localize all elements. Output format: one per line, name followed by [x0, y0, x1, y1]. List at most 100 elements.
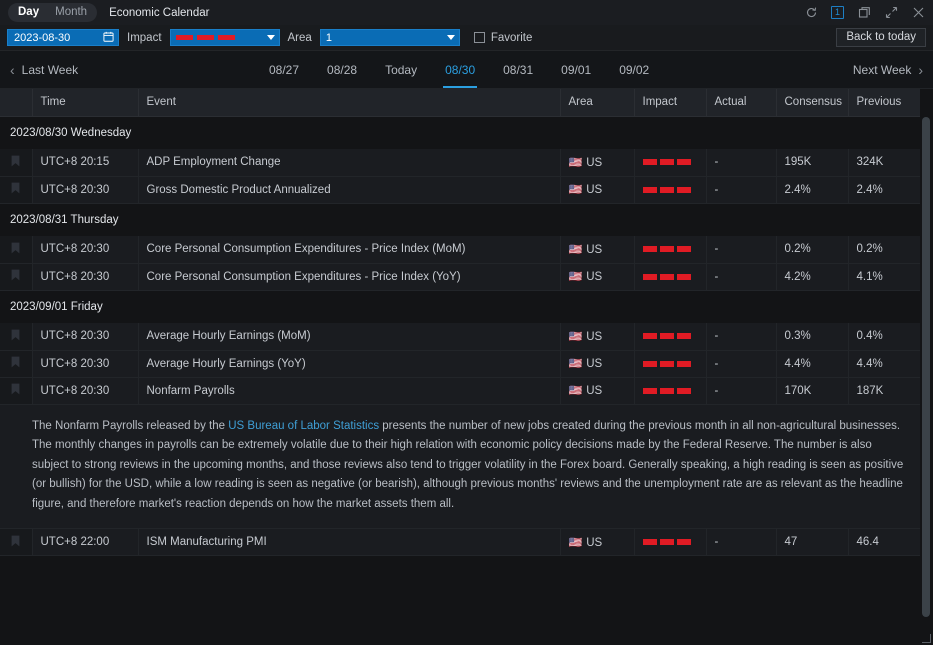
impact-bar — [660, 274, 674, 280]
bookmark-icon[interactable] — [11, 242, 20, 257]
bookmark-cell[interactable] — [0, 377, 32, 404]
date-input[interactable]: 2023-08-30 — [7, 29, 119, 46]
column-area: Area — [560, 89, 634, 116]
bookmark-cell[interactable] — [0, 323, 32, 350]
table-row[interactable]: UTC+8 20:30Average Hourly Earnings (MoM)… — [0, 323, 920, 350]
cell-area: 🇺🇸US — [560, 323, 634, 350]
bookmark-icon[interactable] — [11, 356, 20, 371]
week-day-0901[interactable]: 09/01 — [547, 51, 605, 88]
bookmark-icon[interactable] — [11, 329, 20, 344]
bookmark-cell[interactable] — [0, 263, 32, 290]
favorite-checkbox[interactable]: Favorite — [474, 32, 533, 44]
bookmark-icon[interactable] — [11, 535, 20, 550]
impact-dropdown[interactable] — [170, 29, 280, 46]
cell-actual: - — [706, 236, 776, 263]
next-week-button[interactable]: Next Week › — [853, 63, 923, 77]
expand-icon[interactable] — [884, 6, 898, 20]
table-row[interactable]: UTC+8 22:00ISM Manufacturing PMI🇺🇸US-474… — [0, 529, 920, 556]
table-header: Time Event Area Impact Actual Consensus … — [0, 89, 920, 116]
impact-bars — [643, 539, 698, 545]
us-flag-icon: 🇺🇸 — [569, 331, 583, 343]
impact-bar — [643, 159, 657, 165]
column-event: Event — [138, 89, 560, 116]
view-mode-switch[interactable]: Day Month — [8, 3, 97, 22]
impact-bar — [677, 388, 691, 394]
bookmark-cell[interactable] — [0, 236, 32, 263]
calendar-icon[interactable] — [103, 31, 114, 45]
cell-impact — [634, 263, 706, 290]
table-row[interactable]: UTC+8 20:30Core Personal Consumption Exp… — [0, 236, 920, 263]
cell-previous: 46.4 — [848, 529, 920, 556]
cell-previous: 0.4% — [848, 323, 920, 350]
cell-area: 🇺🇸US — [560, 263, 634, 290]
date-input-value: 2023-08-30 — [14, 32, 70, 44]
impact-bar — [643, 388, 657, 394]
impact-bar — [643, 246, 657, 252]
close-icon[interactable] — [911, 6, 925, 20]
week-day-today[interactable]: Today — [371, 51, 431, 88]
day-header-label: 2023/08/31 Thursday — [0, 203, 920, 236]
vertical-scrollbar[interactable] — [922, 89, 930, 628]
table-row[interactable]: UTC+8 20:15ADP Employment Change🇺🇸US-195… — [0, 149, 920, 176]
last-week-button[interactable]: ‹ Last Week — [10, 63, 78, 77]
impact-bar — [643, 187, 657, 193]
impact-bar — [660, 539, 674, 545]
cell-area-label: US — [586, 385, 602, 397]
impact-bars — [643, 333, 698, 339]
impact-bar — [197, 35, 214, 40]
restore-icon[interactable] — [857, 6, 871, 20]
week-day-0831[interactable]: 08/31 — [489, 51, 547, 88]
impact-bars — [643, 361, 698, 367]
bookmark-cell[interactable] — [0, 149, 32, 176]
cell-actual: - — [706, 350, 776, 377]
bookmark-icon[interactable] — [11, 383, 20, 398]
impact-bar — [660, 333, 674, 339]
table-row[interactable]: UTC+8 20:30Average Hourly Earnings (YoY)… — [0, 350, 920, 377]
cell-previous: 2.4% — [848, 176, 920, 203]
table-row[interactable]: UTC+8 20:30Core Personal Consumption Exp… — [0, 263, 920, 290]
window-count-badge[interactable]: 1 — [831, 6, 844, 19]
cell-impact — [634, 350, 706, 377]
impact-bar — [660, 159, 674, 165]
impact-bars — [643, 187, 698, 193]
favorite-label: Favorite — [491, 32, 533, 44]
bookmark-cell[interactable] — [0, 529, 32, 556]
cell-time: UTC+8 20:15 — [32, 149, 138, 176]
week-navigation: ‹ Last Week 08/27 08/28 Today 08/30 08/3… — [0, 51, 933, 89]
checkbox-box-icon[interactable] — [474, 32, 485, 43]
refresh-icon[interactable] — [804, 6, 818, 20]
bookmark-cell[interactable] — [0, 176, 32, 203]
cell-event: Average Hourly Earnings (YoY) — [138, 350, 560, 377]
table-row[interactable]: UTC+8 20:30Nonfarm Payrolls🇺🇸US-170K187K — [0, 377, 920, 404]
us-flag-icon: 🇺🇸 — [569, 385, 583, 397]
back-to-today-button[interactable]: Back to today — [836, 28, 926, 47]
week-day-0827[interactable]: 08/27 — [255, 51, 313, 88]
day-header-label: 2023/09/01 Friday — [0, 290, 920, 323]
cell-area-label: US — [586, 244, 602, 256]
week-day-tabs: 08/27 08/28 Today 08/30 08/31 09/01 09/0… — [255, 51, 663, 88]
week-day-0902[interactable]: 09/02 — [605, 51, 663, 88]
impact-bar — [660, 187, 674, 193]
chevron-down-icon — [267, 35, 275, 40]
area-dropdown[interactable]: 1 — [320, 29, 460, 46]
bookmark-icon[interactable] — [11, 155, 20, 170]
week-day-0830[interactable]: 08/30 — [431, 51, 489, 88]
bookmark-icon[interactable] — [11, 182, 20, 197]
week-day-0828[interactable]: 08/28 — [313, 51, 371, 88]
cell-event: Nonfarm Payrolls — [138, 377, 560, 404]
cell-previous: 4.1% — [848, 263, 920, 290]
source-link[interactable]: US Bureau of Labor Statistics — [228, 420, 379, 432]
resize-handle[interactable] — [922, 634, 931, 643]
scrollbar-thumb[interactable] — [922, 117, 930, 617]
us-flag-icon: 🇺🇸 — [569, 271, 583, 283]
cell-consensus: 0.2% — [776, 236, 848, 263]
bookmark-icon[interactable] — [11, 269, 20, 284]
bookmark-cell[interactable] — [0, 350, 32, 377]
tab-month[interactable]: Month — [47, 4, 95, 21]
window-controls: 1 — [804, 0, 925, 25]
table-row[interactable]: UTC+8 20:30Gross Domestic Product Annual… — [0, 176, 920, 203]
impact-bar — [677, 246, 691, 252]
tab-day[interactable]: Day — [10, 4, 47, 21]
cell-impact — [634, 323, 706, 350]
calendar-table-container: Time Event Area Impact Actual Consensus … — [0, 89, 933, 628]
